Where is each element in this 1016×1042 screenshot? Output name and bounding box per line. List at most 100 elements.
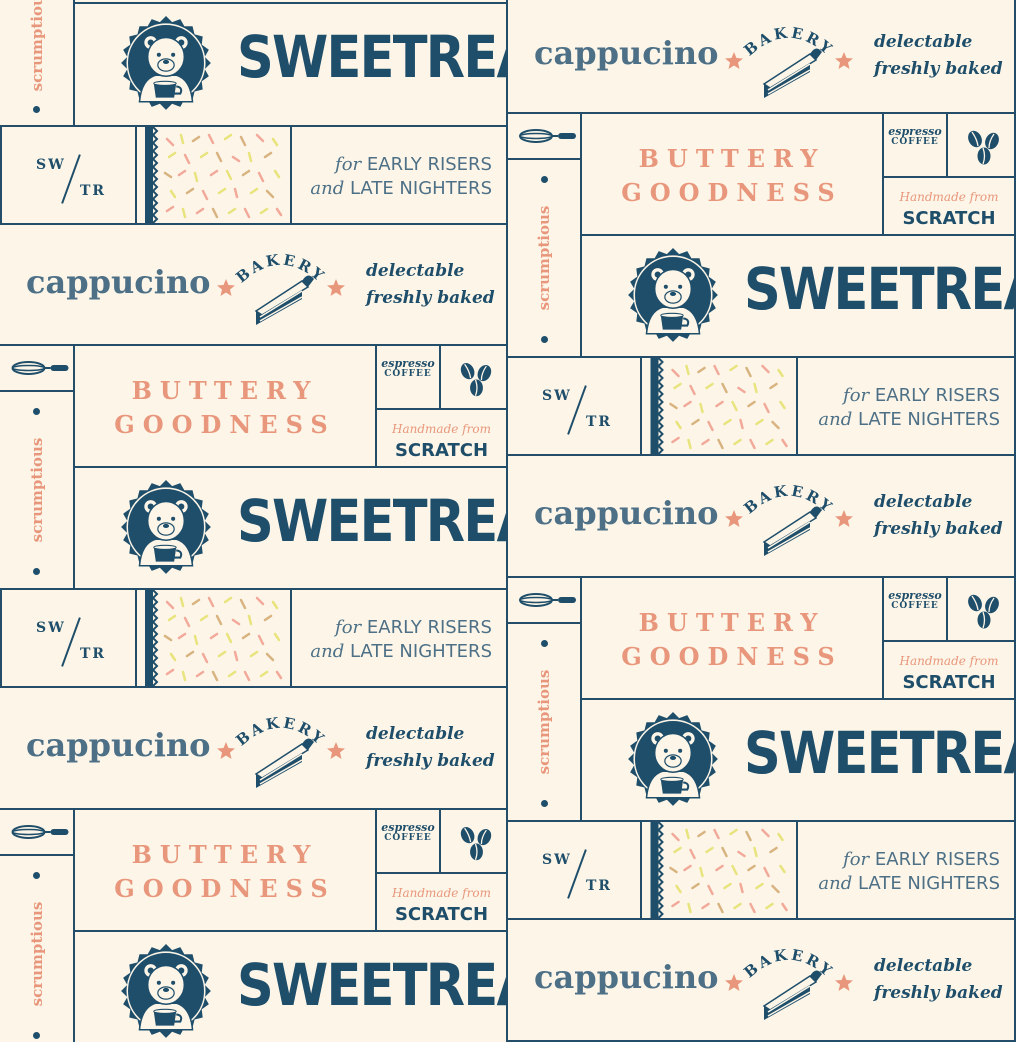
hours-line2: LATE NIGHTERS	[349, 641, 492, 662]
handmade-line1: Handmade from	[392, 886, 491, 900]
hours-line2: LATE NIGHTERS	[857, 873, 1000, 894]
cappucino-banner: cappucino delectable freshly baked	[0, 686, 508, 810]
cappucino-banner: cappucino delectable freshly baked	[506, 918, 1016, 1042]
coffee-name: cappucino	[534, 958, 719, 996]
coffee-name: cappucino	[534, 34, 719, 72]
handmade-cell: Handmade from SCRATCH	[375, 872, 508, 932]
hours-for: for	[335, 617, 362, 638]
sprinkles-panel	[640, 820, 798, 920]
coffee-name: cappucino	[26, 726, 211, 764]
brand-name: SWEETREAT	[237, 951, 506, 1019]
hours-text: for EARLY RISERS and LATE NIGHTERS	[818, 848, 1000, 896]
scrumptious-label: scrumptious	[27, 901, 46, 1007]
cappucino-banner: cappucino delectable freshly baked	[0, 223, 508, 346]
monogram-bottom: TR	[586, 414, 613, 430]
sprinkles-pattern-icon	[137, 590, 292, 688]
hours-text: for EARLY RISERS and LATE NIGHTERS	[818, 384, 1000, 432]
pattern-column-right: cappucino delectable freshly baked scrum…	[506, 0, 1016, 1042]
espresso-label: espresso COFFEE	[377, 358, 439, 379]
hours-line1: EARLY RISERS	[366, 617, 492, 638]
monogram-cell: SW TR	[506, 356, 642, 456]
espresso-label: espresso COFFEE	[377, 822, 439, 843]
handmade-cell: Handmade from SCRATCH	[882, 640, 1016, 700]
pattern-column-left: scrumptious SWEETREAT SW TR for EARLY RI…	[0, 0, 508, 1042]
handmade-cell: Handmade from SCRATCH	[375, 408, 508, 468]
buttery-line2: GOODNESS	[621, 178, 843, 207]
coffee-beans-icon	[441, 346, 508, 410]
handmade-line2: SCRATCH	[902, 672, 996, 693]
hours-and: and	[818, 873, 853, 894]
scrumptious-strip: scrumptious	[506, 622, 582, 822]
hours-and: and	[310, 178, 345, 199]
monogram-cell: SW TR	[506, 820, 642, 920]
whisk-cell	[0, 344, 75, 392]
handmade-line1: Handmade from	[392, 422, 491, 436]
espresso-cell: espresso COFFEE	[882, 112, 948, 178]
whisk-cell	[506, 112, 582, 160]
brand-name: SWEETREAT	[237, 23, 506, 91]
scrumptious-label: scrumptious	[535, 669, 553, 775]
hours-line1: EARLY RISERS	[874, 849, 1000, 870]
coffee-bean-cell	[946, 576, 1016, 642]
whisk-icon	[508, 114, 582, 160]
buttery-cell: BUTTERY GOODNESS	[580, 112, 884, 236]
dot-icon	[33, 872, 40, 879]
monogram-top: SW	[542, 852, 572, 868]
bakery-cake-icon	[216, 704, 346, 790]
delectable-line2: freshly baked	[366, 288, 495, 308]
monogram-top: SW	[542, 388, 572, 404]
buttery-line2: GOODNESS	[621, 642, 843, 671]
delectable-line2: freshly baked	[874, 519, 1003, 539]
monogram-top: SW	[36, 157, 66, 173]
scrumptious-label: scrumptious	[27, 0, 46, 92]
bear-badge-icon	[622, 710, 724, 812]
delectable-line1: delectable	[874, 492, 973, 512]
sweetreat-banner: SWEETREAT	[580, 234, 1016, 358]
coffee-beans-icon	[948, 578, 1016, 642]
sprinkles-pattern-icon	[137, 127, 292, 225]
cappucino-banner: cappucino delectable freshly baked	[506, 0, 1016, 114]
whisk-cell	[506, 576, 582, 624]
monogram-cell: SW TR	[0, 125, 137, 225]
espresso-line2: COFFEE	[384, 832, 432, 843]
handmade-line2: SCRATCH	[394, 904, 489, 925]
cappucino-banner: cappucino delectable freshly baked	[506, 454, 1016, 578]
hours-cell: for EARLY RISERS and LATE NIGHTERS	[796, 356, 1016, 456]
hours-for: for	[843, 385, 870, 406]
coffee-name: cappucino	[26, 263, 211, 301]
espresso-label: espresso COFFEE	[884, 590, 946, 611]
bear-badge-icon	[622, 246, 724, 348]
sweetreat-banner: SWEETREAT	[73, 466, 508, 590]
espresso-cell: espresso COFFEE	[375, 344, 441, 410]
bakery-cake-icon	[216, 241, 346, 327]
coffee-bean-cell	[439, 808, 508, 874]
bakery-cake-icon	[724, 14, 854, 100]
scrumptious-label: scrumptious	[27, 437, 46, 543]
espresso-line2: COFFEE	[891, 600, 939, 611]
dot-icon	[540, 176, 548, 183]
espresso-line2: COFFEE	[384, 368, 432, 379]
coffee-bean-cell	[946, 112, 1016, 178]
monogram-bottom: TR	[80, 183, 107, 199]
delectable-line1: delectable	[874, 32, 973, 52]
hours-text: for EARLY RISERS and LATE NIGHTERS	[310, 616, 492, 664]
packaging-pattern: scrumptious SWEETREAT SW TR for EARLY RI…	[0, 0, 1016, 1042]
delectable-line2: freshly baked	[874, 983, 1003, 1003]
hours-cell: for EARLY RISERS and LATE NIGHTERS	[796, 820, 1016, 920]
handmade-cell: Handmade from SCRATCH	[882, 176, 1016, 236]
scrumptious-strip: scrumptious	[506, 158, 582, 358]
sweetreat-banner: SWEETREAT	[580, 698, 1016, 822]
delectable-line1: delectable	[366, 724, 465, 744]
sweetreat-banner: SWEETREAT	[73, 2, 508, 127]
bakery-cake-icon	[724, 472, 854, 558]
dot-icon	[33, 408, 40, 415]
coffee-beans-icon	[948, 114, 1016, 178]
delectable-line2: freshly baked	[874, 59, 1003, 79]
delectable-line2: freshly baked	[366, 751, 495, 771]
hours-text: for EARLY RISERS and LATE NIGHTERS	[310, 153, 492, 201]
coffee-name: cappucino	[534, 494, 719, 532]
bear-badge-icon	[115, 14, 217, 116]
whisk-icon	[508, 578, 582, 624]
bakery-cake-icon	[724, 936, 854, 1022]
hours-line1: EARLY RISERS	[366, 154, 492, 175]
